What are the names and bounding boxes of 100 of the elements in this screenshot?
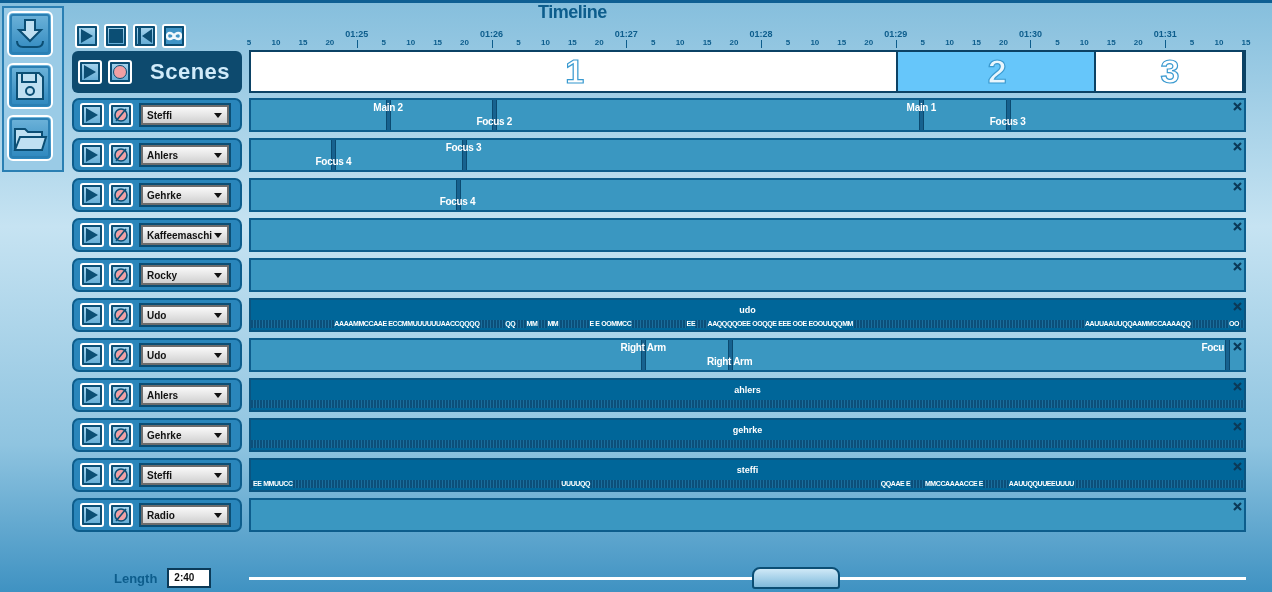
ruler-label: 01:25	[345, 30, 369, 39]
mute-button[interactable]	[109, 383, 133, 407]
play-button[interactable]	[80, 463, 104, 487]
play-button[interactable]	[80, 103, 104, 127]
play-button[interactable]	[80, 303, 104, 327]
play-button[interactable]	[80, 183, 104, 207]
length-label: Length	[114, 570, 158, 586]
mute-button[interactable]	[109, 143, 133, 167]
mute-button[interactable]	[109, 263, 133, 287]
prohibited-icon	[113, 427, 129, 443]
ruler-label: 5	[920, 38, 925, 47]
ruler-label: 01:30	[1018, 30, 1042, 39]
ruler-label: 10	[945, 38, 955, 47]
track-dropdown[interactable]: Gehrke	[141, 425, 229, 445]
loop-button[interactable]	[162, 24, 186, 48]
track-dropdown[interactable]: Radio	[141, 505, 229, 525]
save-button[interactable]	[7, 63, 53, 109]
mute-button[interactable]	[109, 223, 133, 247]
play-icon	[85, 467, 99, 483]
play-button[interactable]	[80, 263, 104, 287]
play-button[interactable]	[80, 383, 104, 407]
import-icon	[13, 17, 47, 51]
ruler-label: 20	[594, 38, 604, 47]
caret-icon	[214, 272, 222, 278]
track-dropdown[interactable]: Gehrke	[141, 185, 229, 205]
caret-icon	[214, 432, 222, 438]
close-icon[interactable]	[1233, 502, 1242, 511]
close-icon[interactable]	[1233, 262, 1242, 271]
close-icon[interactable]	[1233, 142, 1242, 151]
infinity-icon	[165, 31, 183, 41]
ruler-label: 15	[702, 38, 712, 47]
mute-button[interactable]	[109, 303, 133, 327]
play-button[interactable]	[80, 503, 104, 527]
mute-button[interactable]	[109, 183, 133, 207]
ruler-label: 10	[540, 38, 550, 47]
mute-button[interactable]	[109, 503, 133, 527]
play-button[interactable]	[78, 60, 102, 84]
ruler-label: 01:29	[884, 30, 908, 39]
ruler-label: 5	[381, 38, 386, 47]
ruler-label: 5	[1189, 38, 1195, 47]
track-dropdown[interactable]: Ahlers	[141, 385, 229, 405]
ruler-label: 20	[325, 38, 335, 47]
ruler-label: 20	[999, 38, 1008, 47]
scroll-thumb[interactable]	[752, 567, 840, 589]
track-dropdown[interactable]: Ahlers	[141, 145, 229, 165]
play-icon	[85, 227, 99, 243]
mute-button[interactable]	[109, 423, 133, 447]
play-button[interactable]	[75, 24, 99, 48]
mute-button[interactable]	[109, 103, 133, 127]
close-icon[interactable]	[1233, 342, 1242, 351]
mute-button[interactable]	[109, 343, 133, 367]
prohibited-icon	[113, 307, 129, 323]
track-dropdown[interactable]: Kaffeemaschi	[141, 225, 229, 245]
record-icon	[113, 65, 127, 79]
ruler-label: 10	[675, 38, 685, 47]
track-dropdown[interactable]: Rocky	[141, 265, 229, 285]
prohibited-icon	[113, 387, 129, 403]
play-button[interactable]	[80, 223, 104, 247]
play-icon	[85, 387, 99, 403]
ruler-label: 15	[837, 38, 847, 47]
play-icon	[85, 147, 99, 163]
marker-label: Right Arm	[707, 356, 753, 367]
track-title: gehrke	[732, 425, 763, 435]
caret-icon	[214, 112, 222, 118]
marker-label: Focus 4	[315, 156, 352, 167]
marker-label: Focus 4	[439, 196, 476, 207]
ruler-label: 15	[1106, 38, 1116, 47]
ruler-label: 20	[864, 38, 874, 47]
play-button[interactable]	[80, 423, 104, 447]
length-field[interactable]: 2:40	[167, 568, 212, 588]
ruler-label: 10	[1079, 38, 1089, 47]
record-button[interactable]	[108, 60, 132, 84]
stop-button[interactable]	[104, 24, 128, 48]
track-dropdown[interactable]: Udo	[141, 305, 229, 325]
close-icon[interactable]	[1233, 182, 1242, 191]
play-icon	[85, 507, 99, 523]
caret-icon	[214, 192, 222, 198]
ruler-label: 15	[1241, 38, 1251, 47]
track-dropdown[interactable]: Steffi	[141, 465, 229, 485]
close-icon[interactable]	[1233, 222, 1242, 231]
ruler-label: 5	[246, 38, 252, 47]
track-dropdown[interactable]: Udo	[141, 345, 229, 365]
play-icon	[85, 187, 99, 203]
close-icon[interactable]	[1233, 102, 1242, 111]
rewind-button[interactable]	[133, 24, 157, 48]
play-button[interactable]	[80, 343, 104, 367]
ruler-label: 15	[433, 38, 443, 47]
prohibited-icon	[113, 467, 129, 483]
prohibited-icon	[113, 507, 129, 523]
ruler-label: 5	[785, 38, 791, 47]
caret-icon	[214, 472, 222, 478]
marker-label: Main 1	[906, 102, 936, 113]
open-folder-button[interactable]	[7, 115, 53, 161]
mute-button[interactable]	[109, 463, 133, 487]
marker-label: Main 2	[373, 102, 403, 113]
caret-icon	[214, 512, 222, 518]
import-button[interactable]	[7, 11, 53, 57]
skip-back-icon	[138, 28, 152, 44]
track-dropdown[interactable]: Steffi	[141, 105, 229, 125]
play-button[interactable]	[80, 143, 104, 167]
